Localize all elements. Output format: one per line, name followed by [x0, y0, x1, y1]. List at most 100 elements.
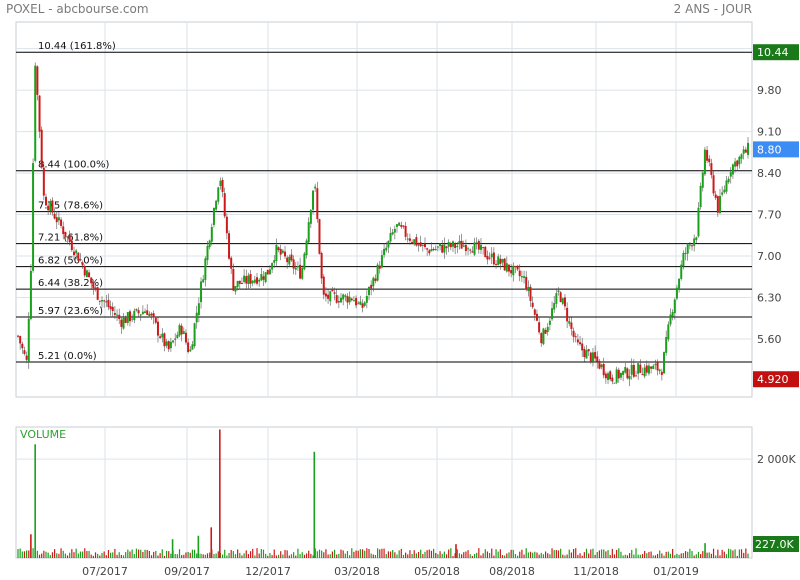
candle-body: [208, 240, 211, 248]
candle-body: [225, 216, 228, 234]
candle-body: [120, 319, 123, 327]
candle-body: [495, 263, 498, 265]
candle-body: [523, 276, 526, 278]
candle-body: [734, 161, 737, 167]
candle-body: [570, 322, 573, 329]
candle-body: [299, 264, 302, 279]
candle-body: [613, 382, 616, 384]
candle-body: [454, 243, 457, 249]
candle-body: [357, 302, 360, 304]
candle-body: [303, 253, 306, 270]
candle-body: [139, 314, 142, 316]
fib-level-label: 5.97 (23.6%): [38, 306, 103, 317]
candle-body: [473, 242, 476, 255]
candle-body: [232, 268, 235, 291]
candle-body: [318, 219, 321, 254]
candle-body: [464, 245, 467, 252]
candle-body: [486, 255, 489, 260]
candle-body: [64, 231, 67, 238]
candle-body: [688, 244, 691, 246]
candle-body: [25, 355, 28, 360]
candle-body: [148, 313, 151, 316]
candle-body: [538, 322, 541, 333]
candle-body: [152, 313, 155, 318]
candle-body: [312, 190, 315, 210]
candle-body: [482, 247, 485, 249]
candle-body: [561, 298, 564, 304]
candle-body: [111, 306, 114, 312]
candle-body: [62, 226, 65, 235]
candle-body: [445, 246, 448, 249]
candle-body: [223, 193, 226, 217]
candle-body: [456, 246, 459, 248]
candle-body: [340, 297, 343, 303]
candle-body: [320, 253, 323, 279]
fib-level-label: 10.44 (161.8%): [38, 41, 116, 52]
candle-body: [671, 312, 674, 317]
candle-body: [294, 267, 297, 270]
candle-body: [107, 299, 110, 308]
candle-body: [296, 266, 299, 268]
candle-body: [105, 301, 108, 303]
candle-body: [518, 270, 521, 277]
candle-body: [525, 276, 528, 290]
candle-body: [441, 244, 444, 253]
candle-body: [77, 252, 80, 261]
candle-body: [305, 240, 308, 256]
candle-body: [402, 225, 405, 227]
candle-body: [583, 348, 586, 358]
candle-body: [703, 149, 706, 175]
candle-body: [165, 341, 168, 346]
candle-body: [273, 260, 276, 263]
candle-body: [19, 336, 22, 344]
candle-body: [505, 263, 508, 272]
candle-body: [85, 270, 88, 278]
candle-body: [516, 265, 519, 270]
candle-body: [426, 248, 429, 250]
candle-body: [449, 243, 452, 248]
candle-body: [499, 258, 502, 264]
candle-body: [301, 268, 304, 279]
candle-body: [268, 269, 271, 275]
candle-body: [680, 264, 683, 279]
candle-body: [361, 303, 364, 308]
candle-body: [490, 253, 493, 258]
candle-body: [395, 224, 398, 227]
candle-body: [79, 259, 82, 261]
candle-body: [742, 149, 745, 154]
candle-body: [109, 306, 112, 310]
candle-body: [675, 287, 678, 299]
candle-body: [288, 256, 291, 265]
candle-body: [615, 369, 618, 383]
candle-body: [708, 158, 711, 163]
candle-body: [193, 323, 196, 347]
candle-body: [187, 342, 190, 352]
candle-body: [637, 363, 640, 374]
candle-body: [551, 308, 554, 320]
fib-level-label: 6.82 (50.0%): [38, 256, 103, 267]
candle-body: [471, 251, 474, 253]
candle-body: [727, 178, 730, 183]
candle-body: [83, 266, 86, 276]
candle-body: [460, 240, 463, 249]
candle-body: [719, 195, 722, 214]
candle-body: [391, 232, 394, 235]
candle-body: [617, 369, 620, 379]
candle-body: [667, 324, 670, 340]
candle-body: [70, 240, 73, 251]
candle-body: [47, 205, 50, 211]
x-tick-label: 01/2019: [653, 565, 699, 578]
candle-body: [230, 257, 233, 269]
candle-body: [650, 366, 653, 369]
candle-body: [329, 291, 332, 302]
candle-body: [154, 317, 157, 323]
candle-body: [150, 313, 153, 316]
candle-body: [309, 209, 312, 224]
candle-body: [103, 300, 106, 302]
candle-body: [512, 265, 515, 276]
candle-body: [206, 245, 209, 261]
candle-body: [744, 149, 747, 153]
candle-body: [398, 222, 401, 226]
candle-body: [475, 242, 478, 244]
candle-body: [533, 309, 536, 315]
